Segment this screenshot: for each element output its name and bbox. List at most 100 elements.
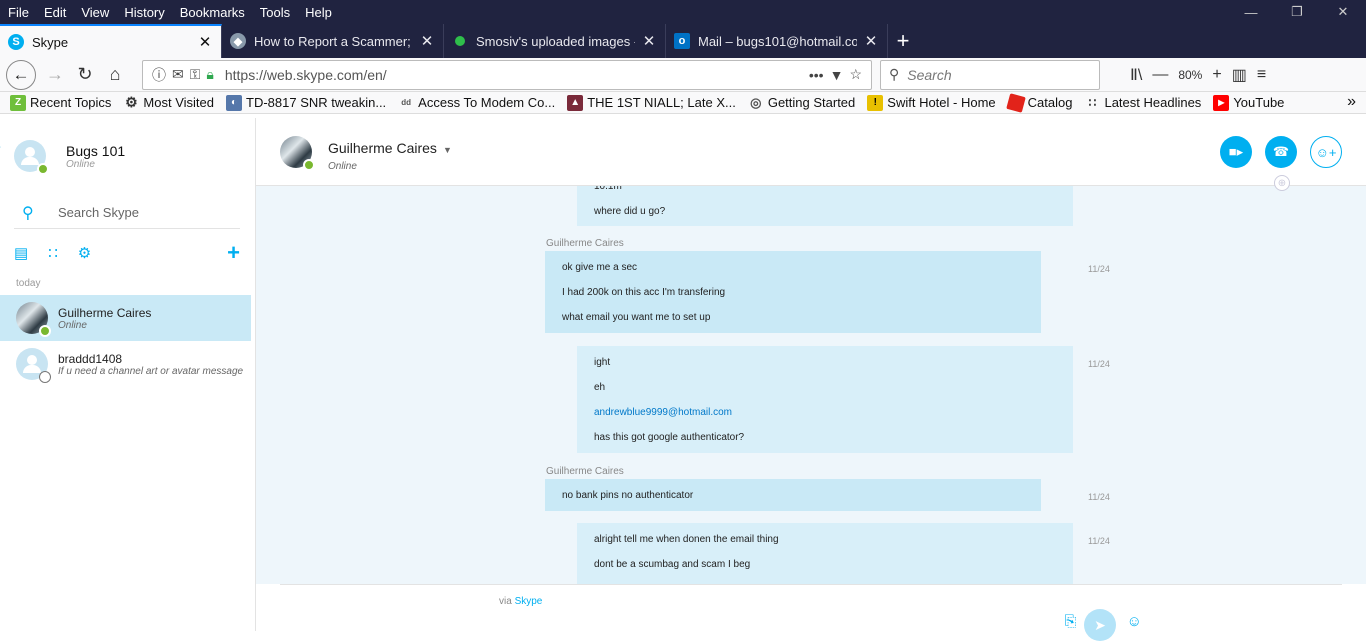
menu-help[interactable]: Help bbox=[305, 5, 332, 20]
contact-status: Online bbox=[58, 319, 87, 331]
contact-name: braddd1408 bbox=[58, 351, 123, 366]
close-tab-icon[interactable]: ✕ bbox=[419, 32, 435, 50]
menu-file[interactable]: File bbox=[8, 5, 29, 20]
menu-bar: File Edit View History Bookmarks Tools H… bbox=[0, 0, 1366, 24]
conversation-status: Online bbox=[328, 161, 357, 172]
contact-guilherme-caires[interactable]: Guilherme Caires Online bbox=[0, 295, 251, 341]
more-bookmarks-icon[interactable]: » bbox=[1347, 93, 1356, 111]
search-skype-input[interactable]: ⚲ Search Skype bbox=[14, 197, 240, 229]
tab-title: Skype bbox=[32, 34, 69, 50]
gear-icon: ⚙ bbox=[125, 94, 138, 110]
url-text[interactable]: https://web.skype.com/en/ bbox=[225, 67, 806, 83]
bookmark-niall[interactable]: ▲ THE 1ST NIALL; Late X... bbox=[567, 94, 736, 111]
globe-icon: ◎ bbox=[750, 94, 762, 110]
conversation-title[interactable]: Guilherme Caires ▼ bbox=[328, 140, 452, 156]
close-icon[interactable]: ✕ bbox=[1320, 0, 1366, 24]
key-icon[interactable]: ⚿ bbox=[190, 66, 201, 83]
avatar[interactable] bbox=[14, 140, 49, 175]
message-bubble[interactable]: ight eh andrewblue9999@hotmail.com has t… bbox=[577, 346, 1073, 453]
tab-mail[interactable]: o Mail – bugs101@hotmail.co.uk ✕ bbox=[666, 24, 888, 58]
bookmark-recent-topics[interactable]: Z Recent Topics bbox=[10, 94, 111, 111]
menu-tools[interactable]: Tools bbox=[260, 5, 290, 20]
bookmark-catalog[interactable]: Catalog bbox=[1005, 92, 1072, 113]
info-icon[interactable]: ⓘ bbox=[152, 65, 166, 85]
bookmark-latest-headlines[interactable]: ∷ Latest Headlines bbox=[1084, 95, 1202, 111]
contact-braddd1408[interactable]: braddd1408 If u need a channel art or av… bbox=[0, 341, 251, 387]
navigation-bar: ← → ↻ ⌂ ⓘ ✉ ⚿ 🔒︎ https://web.skype.com/e… bbox=[0, 58, 1366, 92]
via-skype-label: via Skype bbox=[499, 596, 542, 607]
file-share-icon[interactable]: ⎘ bbox=[1064, 613, 1076, 631]
pocket-icon[interactable]: ▼ bbox=[830, 67, 844, 83]
message-sender: Guilherme Caires bbox=[546, 238, 624, 249]
settings-gear-icon[interactable]: ⚙ bbox=[78, 244, 91, 262]
bookmark-td8817[interactable]: ◐ TD-8817 SNR tweakin... bbox=[226, 94, 386, 111]
chevron-down-icon[interactable]: ▼ bbox=[443, 145, 452, 155]
close-tab-icon[interactable]: ✕ bbox=[197, 33, 213, 51]
url-bar[interactable]: ⓘ ✉ ⚿ 🔒︎ https://web.skype.com/en/ ••• ▼… bbox=[142, 59, 872, 90]
message-bubble[interactable]: 10.1m where did u go? bbox=[577, 186, 1073, 226]
tab-report-scammer[interactable]: ◆ How to Report a Scammer; Rep ✕ bbox=[222, 24, 444, 58]
sidebar-toggle-icon[interactable]: ▥ bbox=[1232, 65, 1247, 85]
forward-button[interactable]: → bbox=[40, 60, 70, 90]
message-composer: via Skype ⎘ ▭ ☺ ➤ bbox=[280, 584, 1342, 641]
sidebar: Bugs 101 Online ⚲ Search Skype ▤ ∷ ⚙ + t… bbox=[0, 118, 256, 631]
tab-title: Mail – bugs101@hotmail.co.uk bbox=[698, 33, 857, 49]
search-icon: ⚲ bbox=[889, 66, 900, 82]
menu-view[interactable]: View bbox=[81, 5, 109, 20]
home-button[interactable]: ⌂ bbox=[100, 60, 130, 90]
add-conversation-icon[interactable]: + bbox=[227, 240, 240, 266]
lock-icon[interactable]: 🔒︎ bbox=[206, 66, 213, 83]
message-bubble[interactable]: ok give me a sec I had 200k on this acc … bbox=[545, 251, 1041, 333]
bookmark-access-modem[interactable]: dd Access To Modem Co... bbox=[398, 95, 555, 111]
menu-history[interactable]: History bbox=[124, 5, 164, 20]
zoom-out-icon[interactable]: — bbox=[1152, 66, 1168, 84]
close-tab-icon[interactable]: ✕ bbox=[641, 32, 657, 50]
menu-bookmarks[interactable]: Bookmarks bbox=[180, 5, 245, 20]
send-button[interactable]: ➤ bbox=[1084, 609, 1116, 641]
hamburger-menu-icon[interactable]: ≡ bbox=[1257, 66, 1266, 84]
add-people-button[interactable]: ☺+ bbox=[1310, 136, 1342, 168]
library-icon[interactable]: Ⅱ\ bbox=[1130, 65, 1142, 85]
contacts-icon[interactable]: ▤ bbox=[14, 244, 28, 262]
tab-smosiv-images[interactable]: Smosiv's uploaded images - Im ✕ bbox=[444, 24, 666, 58]
close-tab-icon[interactable]: ✕ bbox=[863, 32, 879, 50]
conversation-name: Guilherme Caires bbox=[328, 140, 437, 156]
message-bubble[interactable]: alright tell me when donen the email thi… bbox=[577, 523, 1073, 584]
back-button[interactable]: ← bbox=[6, 59, 36, 90]
outlook-icon: o bbox=[674, 33, 690, 49]
message-text: what email you want me to set up bbox=[562, 312, 711, 323]
my-status: Online bbox=[66, 158, 95, 170]
bookmark-star-icon[interactable]: ☆ bbox=[849, 66, 862, 83]
bookmark-getting-started[interactable]: ◎ Getting Started bbox=[748, 95, 855, 111]
emoticon-icon[interactable]: ☺ bbox=[1127, 613, 1142, 631]
window-controls: — ❐ ✕ bbox=[1228, 0, 1366, 24]
globe-icon[interactable]: ⊕ bbox=[1274, 175, 1290, 191]
zoom-level[interactable]: 80% bbox=[1178, 68, 1202, 82]
bookmark-swift-hotel[interactable]: ! Swift Hotel - Home bbox=[867, 94, 996, 111]
minimize-icon[interactable]: — bbox=[1228, 0, 1274, 24]
site-icon: ▲ bbox=[567, 94, 584, 111]
skype-link[interactable]: Skype bbox=[515, 596, 543, 607]
permissions-icon[interactable]: ✉ bbox=[172, 66, 184, 83]
audio-call-button[interactable]: ☎︎ bbox=[1265, 136, 1297, 168]
page-actions-icon[interactable]: ••• bbox=[809, 67, 824, 83]
contact-status: If u need a channel art or avatar messag… bbox=[58, 365, 243, 377]
message-bubble[interactable]: no bank pins no authenticator bbox=[545, 479, 1041, 511]
email-link[interactable]: andrewblue9999@hotmail.com bbox=[594, 400, 1056, 425]
message-list[interactable]: 10.1m where did u go? Guilherme Caires o… bbox=[256, 186, 1366, 584]
bookmark-youtube[interactable]: ▶ YouTube bbox=[1213, 94, 1284, 111]
new-tab-button[interactable]: + bbox=[888, 24, 918, 58]
search-bar[interactable]: ⚲ Search bbox=[880, 59, 1100, 90]
zoom-in-icon[interactable]: + bbox=[1212, 66, 1221, 84]
reload-button[interactable]: ↻ bbox=[70, 60, 100, 90]
message-text: alright tell me when donen the email thi… bbox=[594, 534, 779, 545]
message-text: where did u go? bbox=[594, 206, 666, 217]
menu-edit[interactable]: Edit bbox=[44, 5, 66, 20]
bookmark-most-visited[interactable]: ⚙ Most Visited bbox=[123, 94, 214, 111]
dialpad-icon[interactable]: ∷ bbox=[48, 244, 58, 262]
my-profile[interactable]: Bugs 101 Online bbox=[14, 140, 125, 175]
restore-icon[interactable]: ❐ bbox=[1274, 0, 1320, 24]
avatar[interactable] bbox=[280, 136, 315, 171]
video-call-button[interactable]: ■▸ bbox=[1220, 136, 1252, 168]
tab-skype[interactable]: S Skype ✕ bbox=[0, 24, 222, 58]
